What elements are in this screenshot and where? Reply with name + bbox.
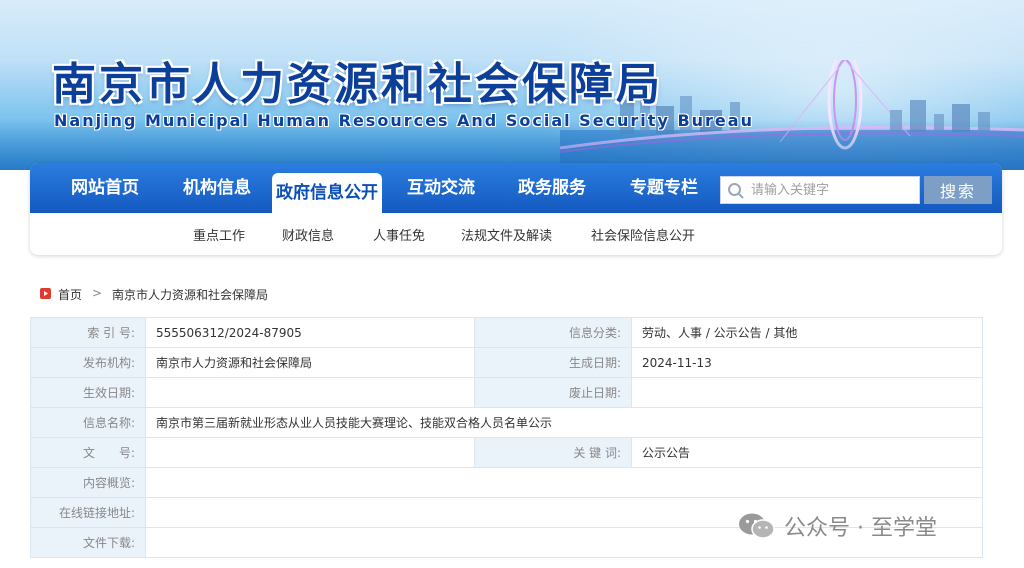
info-name-label: 信息名称: (30, 407, 146, 438)
search-box (720, 176, 920, 204)
header-banner: 南京市人力资源和社会保障局 Nanjing Municipal Human Re… (0, 0, 1024, 170)
search-icon (728, 183, 744, 199)
table-row: 生效日期: 废止日期: (30, 377, 983, 408)
nav-item-interaction[interactable]: 互动交流 (391, 163, 491, 213)
nav-item-organization[interactable]: 机构信息 (167, 163, 267, 213)
publisher-value: 南京市人力资源和社会保障局 (145, 347, 475, 378)
table-row: 文 号: 关 键 词: 公示公告 (30, 437, 983, 468)
subnav-item-finance[interactable]: 财政信息 (282, 225, 334, 244)
index-number-label: 索 引 号: (30, 317, 146, 348)
breadcrumb-current-link[interactable]: 南京市人力资源和社会保障局 (112, 286, 268, 303)
expire-date-value (631, 377, 983, 408)
search-button[interactable]: 搜索 (924, 176, 992, 204)
breadcrumb-separator: > (92, 286, 103, 300)
online-link-label: 在线链接地址: (30, 497, 146, 528)
site-subtitle: Nanjing Municipal Human Resources And So… (54, 111, 754, 130)
table-row: 发布机构: 南京市人力资源和社会保障局 生成日期: 2024-11-13 (30, 347, 983, 378)
generated-date-label: 生成日期: (474, 347, 632, 378)
subnav-item-key-work[interactable]: 重点工作 (193, 225, 245, 244)
nav-item-topics[interactable]: 专题专栏 (614, 163, 714, 213)
subnav-item-social-insurance[interactable]: 社会保险信息公开 (591, 225, 695, 244)
summary-label: 内容概览: (30, 467, 146, 498)
document-number-label: 文 号: (30, 437, 146, 468)
breadcrumb-home-link[interactable]: 首页 (58, 286, 82, 303)
info-name-value: 南京市第三届新就业形态从业人员技能大赛理论、技能双合格人员名单公示 (145, 407, 983, 438)
index-number-value: 555506312/2024-87905 (145, 317, 475, 348)
category-value: 劳动、人事 / 公示公告 / 其他 (631, 317, 983, 348)
nav-bar: 网站首页 机构信息 政府信息公开 互动交流 政务服务 专题专栏 搜索 (30, 163, 1002, 213)
home-icon (40, 288, 51, 299)
keywords-label: 关 键 词: (474, 437, 632, 468)
nav-item-gov-info-open[interactable]: 政府信息公开 (272, 173, 382, 213)
site-title: 南京市人力资源和社会保障局 (52, 59, 663, 110)
table-row: 索 引 号: 555506312/2024-87905 信息分类: 劳动、人事 … (30, 317, 983, 348)
wechat-icon (739, 513, 775, 539)
watermark-text: 公众号 · 至学堂 (784, 516, 937, 541)
subnav-item-appointments[interactable]: 人事任免 (373, 225, 425, 244)
nav-item-services[interactable]: 政务服务 (502, 163, 602, 213)
search-input[interactable] (751, 177, 917, 203)
expire-date-label: 废止日期: (474, 377, 632, 408)
main-navigation: 网站首页 机构信息 政府信息公开 互动交流 政务服务 专题专栏 搜索 重点工作 … (30, 163, 1002, 255)
table-row: 内容概览: (30, 467, 983, 498)
publisher-label: 发布机构: (30, 347, 146, 378)
sub-navigation: 重点工作 财政信息 人事任免 法规文件及解读 社会保险信息公开 (30, 213, 1002, 255)
document-number-value (145, 437, 475, 468)
effective-date-label: 生效日期: (30, 377, 146, 408)
file-download-label: 文件下载: (30, 527, 146, 558)
generated-date-value: 2024-11-13 (631, 347, 983, 378)
subnav-item-regulations[interactable]: 法规文件及解读 (461, 225, 552, 244)
effective-date-value (145, 377, 475, 408)
nav-item-home[interactable]: 网站首页 (55, 163, 155, 213)
keywords-value: 公示公告 (631, 437, 983, 468)
category-label: 信息分类: (474, 317, 632, 348)
summary-value (145, 467, 983, 498)
table-row: 信息名称: 南京市第三届新就业形态从业人员技能大赛理论、技能双合格人员名单公示 (30, 407, 983, 438)
